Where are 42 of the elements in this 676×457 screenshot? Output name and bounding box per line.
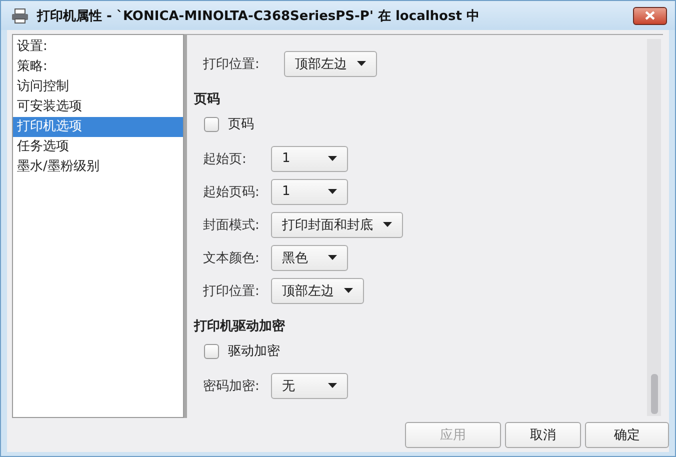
field-label: 封面模式: [203,216,260,234]
dropdown[interactable]: 1 [271,146,348,172]
field-label: 打印位置: [203,56,260,72]
field-label: 起始页: [203,150,248,168]
scroll-thumb[interactable] [650,374,658,414]
scrollbar[interactable] [647,39,661,416]
caret-icon [344,288,353,293]
checkbox-label: 驱动加密 [228,343,280,360]
sidebar-item[interactable]: 打印机选项 [13,117,183,137]
section-heading: 打印机驱动加密 [194,318,286,336]
caret-icon [328,189,337,194]
dropdown[interactable]: 顶部左边 [271,278,364,304]
checkbox-label: 页码 [228,116,254,133]
sidebar-item[interactable]: 设置: [13,37,183,57]
dropdown[interactable]: 无 [271,372,348,398]
sidebar-item[interactable]: 可安装选项 [13,97,183,117]
sidebar-item[interactable]: 任务选项 [13,137,183,157]
field-label: 打印位置: [203,282,260,300]
dropdown[interactable]: 打印封面和封底 [271,212,403,238]
dialog-button[interactable]: 取消 [505,422,581,448]
close-button[interactable] [633,6,667,24]
dropdown[interactable]: 1 [271,178,348,204]
caret-icon [328,383,337,388]
caret-icon [383,222,392,227]
checkbox[interactable] [204,116,219,132]
sidebar-item[interactable]: 访问控制 [13,77,183,97]
dropdown[interactable]: 顶部左边 [284,50,377,76]
checkbox[interactable] [204,344,219,358]
sidebar-item[interactable]: 墨水/墨粉级别 [13,157,183,177]
caret-icon [357,61,366,66]
caret-icon [328,255,337,260]
section-heading: 页码 [194,91,221,109]
field-label: 密码加密: [203,378,260,394]
window-title: 打印机属性 - `KONICA-MINOLTA-C368SeriesPS-P' 在 localhost 中 [37,8,480,24]
field-label: 文本颜色: [203,250,260,266]
dropdown[interactable]: 黑色 [271,244,348,270]
close-icon [645,11,655,20]
field-label: 起始页码: [203,184,260,200]
dialog-button[interactable]: 确定 [585,422,669,448]
printer-icon [11,8,29,24]
sidebar-item[interactable]: 策略: [13,57,183,77]
caret-icon [328,156,337,161]
